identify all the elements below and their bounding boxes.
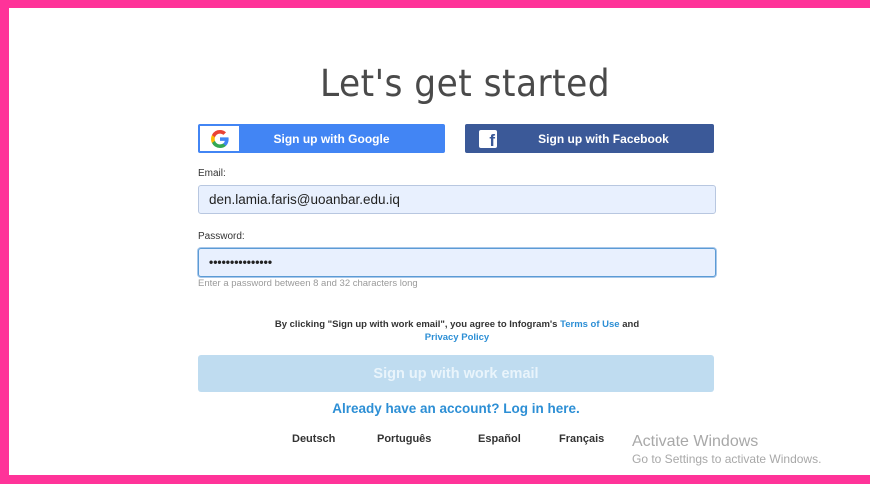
google-g-icon xyxy=(200,126,239,151)
terms-text: By clicking "Sign up with work email", y… xyxy=(274,319,561,330)
privacy-policy-link[interactable]: Privacy Policy xyxy=(425,332,489,343)
watermark-subtitle: Go to Settings to activate Windows. xyxy=(632,452,822,466)
email-label: Email: xyxy=(198,168,226,179)
language-link-francais[interactable]: Français xyxy=(559,433,604,445)
language-link-deutsch[interactable]: Deutsch xyxy=(292,433,335,445)
signup-page: Let's get started Sign up with Google f … xyxy=(9,8,870,475)
signup-work-email-button[interactable]: Sign up with work email xyxy=(198,355,714,392)
google-signup-label: Sign up with Google xyxy=(273,131,390,146)
watermark-title: Activate Windows xyxy=(632,433,759,450)
language-link-portugues[interactable]: Português xyxy=(377,433,431,445)
password-field[interactable]: ••••••••••••••• xyxy=(198,248,716,277)
facebook-f-icon: f xyxy=(479,130,497,148)
page-title: Let's get started xyxy=(319,62,611,105)
terms-of-use-link[interactable]: Terms of Use xyxy=(560,319,619,330)
google-signup-button[interactable]: Sign up with Google xyxy=(198,124,445,153)
password-label: Password: xyxy=(198,231,245,242)
windows-activation-watermark: Activate Windows Go to Settings to activ… xyxy=(632,433,821,467)
terms-and-text: and xyxy=(619,319,640,330)
password-hint: Enter a password between 8 and 32 charac… xyxy=(198,278,418,289)
facebook-signup-label: Sign up with Facebook xyxy=(538,131,669,146)
language-link-espanol[interactable]: Español xyxy=(478,433,521,445)
login-link[interactable]: Already have an account? Log in here. xyxy=(198,401,714,416)
email-field[interactable]: den.lamia.faris@uoanbar.edu.iq xyxy=(198,185,716,214)
terms-notice: By clicking "Sign up with work email", y… xyxy=(198,318,716,344)
facebook-signup-button[interactable]: f Sign up with Facebook xyxy=(465,124,714,153)
